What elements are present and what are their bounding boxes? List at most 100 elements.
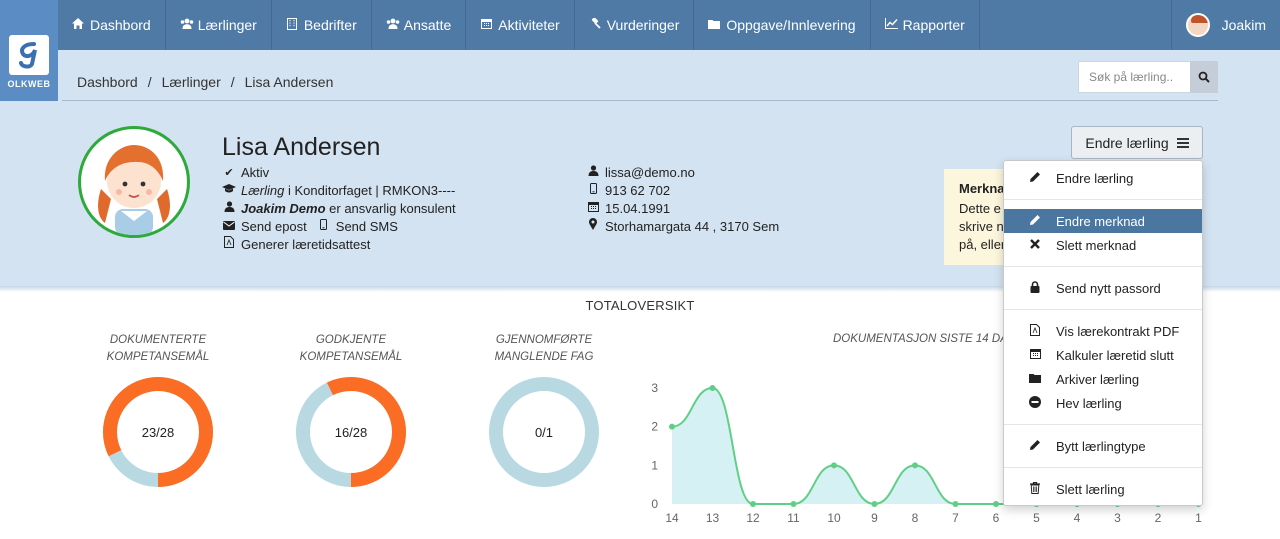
menu-item-label: Bytt lærlingtype: [1056, 438, 1146, 454]
send-sms-link[interactable]: Send SMS: [336, 218, 398, 236]
role-type: Lærling: [241, 183, 285, 198]
nav-item-label: Rapporter: [902, 17, 965, 33]
menu-item-label: Vis lærekontrakt PDF: [1056, 323, 1180, 339]
trash-icon: [1028, 481, 1042, 497]
user-menu[interactable]: Joakim: [1170, 0, 1280, 50]
user-name: Joakim: [1221, 17, 1266, 33]
donut-title-line: KOMPETANSEMÅL: [106, 351, 210, 363]
generate-certificate-link[interactable]: Generer læretidsattest: [241, 236, 370, 254]
graduation-cap-icon: [222, 182, 236, 200]
donut-title-line: DOKUMENTERTE: [109, 334, 207, 346]
search-icon: [1198, 71, 1210, 83]
nav-item-aktiviteter[interactable]: Aktiviteter: [466, 0, 575, 50]
menu-item-label: Slett merknad: [1056, 237, 1137, 253]
chart-title: DOKUMENTASJON SISTE 14 DA: [833, 333, 1008, 345]
menu-item-endre-lærling[interactable]: Endre lærling: [1004, 166, 1202, 190]
x-tick-label: 3: [1114, 511, 1121, 525]
nav-item-oppgave-innlevering[interactable]: Oppgave/Innlevering: [694, 0, 871, 50]
chart-point[interactable]: [750, 501, 756, 507]
donut-title-line: GODKJENTE: [315, 334, 387, 346]
building-icon: [286, 17, 298, 33]
donut-value: 23/28: [141, 425, 175, 440]
search-input[interactable]: [1078, 61, 1190, 93]
nav-item-label: Vurderinger: [606, 17, 680, 33]
pencil-icon: [1028, 171, 1042, 186]
apprentice-actions-menu: Endre lærling Endre merknad Slett merknad S…: [1003, 160, 1203, 506]
phone-row: 913 62 702: [586, 182, 779, 200]
email-text: lissa@demo.no: [605, 165, 695, 180]
search-button[interactable]: [1190, 61, 1218, 93]
gavel-icon: [589, 16, 601, 33]
nav-item-dashbord[interactable]: Dashbord: [58, 0, 166, 50]
chart-point[interactable]: [952, 501, 959, 507]
nav-item-label: Oppgave/Innlevering: [726, 17, 856, 33]
check-icon: ✔: [224, 167, 234, 179]
email-row: lissa@demo.no: [586, 164, 779, 182]
chart-point[interactable]: [831, 462, 837, 469]
folder-icon: [708, 18, 721, 32]
x-tick-label: 9: [871, 511, 878, 525]
donut-title-line: GJENNOMFØRTE: [495, 334, 593, 346]
breadcrumb-item-dashboard[interactable]: Dashbord: [77, 74, 138, 90]
consultant-name[interactable]: Joakim Demo: [241, 201, 326, 216]
menu-item-hev-lærling[interactable]: Hev lærling: [1004, 391, 1202, 415]
donut-title: GODKJENTE KOMPETANSEMÅL: [271, 332, 431, 366]
menu-item-send-nytt-passord[interactable]: Send nytt passord: [1004, 276, 1202, 300]
menu-item-endre-merknad[interactable]: Endre merknad: [1004, 209, 1202, 233]
minus-circle-icon: [1028, 395, 1042, 411]
nav-item-rapporter[interactable]: Rapporter: [871, 0, 980, 50]
x-tick-label: 5: [1033, 511, 1040, 525]
menu-item-kalkuler-læretid-slutt[interactable]: Kalkuler læretid slutt: [1004, 343, 1202, 367]
mobile-icon: [586, 182, 600, 200]
map-marker-icon: [586, 218, 600, 236]
user-icon: [222, 200, 236, 218]
nav-item-vurderinger[interactable]: Vurderinger: [575, 0, 695, 50]
menu-item-bytt-lærlingtype[interactable]: Bytt lærlingtype: [1004, 434, 1202, 458]
menu-item-vis-lærekontrakt-pdf[interactable]: Vis lærekontrakt PDF: [1004, 319, 1202, 343]
edit-apprentice-button[interactable]: Endre lærling: [1071, 126, 1203, 159]
breadcrumb-item-apprentices[interactable]: Lærlinger: [162, 74, 221, 90]
nav-item-bedrifter[interactable]: Bedrifter: [272, 0, 372, 50]
nav-item-lærlinger[interactable]: Lærlinger: [166, 0, 272, 50]
donut-title: DOKUMENTERTE KOMPETANSEMÅL: [78, 332, 238, 366]
chart-point[interactable]: [669, 423, 675, 430]
menu-item-slett-merknad[interactable]: Slett merknad: [1004, 233, 1202, 257]
menu-item-label: Arkiver lærling: [1056, 371, 1140, 387]
menu-item-label: Endre lærling: [1056, 170, 1134, 186]
line-chart-icon: [884, 18, 898, 32]
times-icon: [1028, 238, 1042, 252]
chart-point[interactable]: [912, 462, 918, 469]
birthdate-row: 15.04.1991: [586, 200, 779, 218]
x-tick-label: 11: [787, 511, 800, 525]
chart-point[interactable]: [790, 501, 797, 507]
nav-item-ansatte[interactable]: Ansatte: [372, 0, 467, 50]
breadcrumb-separator: /: [147, 74, 152, 90]
donut-title-line: MANGLENDE FAG: [494, 351, 594, 363]
donut-title-line: KOMPETANSEMÅL: [299, 351, 403, 363]
profile-name: Lisa Andersen: [222, 133, 381, 161]
pencil-icon: [1028, 439, 1042, 454]
search-box: [1078, 61, 1218, 93]
edit-apprentice-label: Endre lærling: [1085, 134, 1169, 151]
chart-point[interactable]: [871, 501, 878, 507]
menu-item-arkiver-lærling[interactable]: Arkiver lærling: [1004, 367, 1202, 391]
breadcrumb-separator: /: [230, 74, 235, 90]
chart-point[interactable]: [993, 501, 999, 507]
status-text: Aktiv: [241, 165, 270, 180]
menu-divider: [1004, 467, 1202, 468]
menu-divider: [1004, 266, 1202, 267]
lock-icon: [1028, 280, 1042, 296]
address-text: Storhamargata 44 , 3170 Sem: [605, 219, 780, 234]
x-tick-label: 7: [952, 511, 959, 525]
chart-point[interactable]: [709, 385, 716, 391]
logo[interactable]: OLKWEB: [0, 0, 58, 101]
x-tick-label: 8: [912, 511, 919, 525]
x-tick-label: 13: [706, 511, 720, 525]
x-tick-label: 14: [665, 511, 679, 525]
menu-item-slett-lærling[interactable]: Slett lærling: [1004, 477, 1202, 501]
send-email-link[interactable]: Send epost: [241, 218, 307, 236]
calendar-icon: [586, 200, 600, 218]
file-pdf-icon: [222, 236, 236, 254]
nav-item-label: Ansatte: [403, 17, 452, 33]
menu-item-label: Kalkuler læretid slutt: [1056, 347, 1174, 363]
